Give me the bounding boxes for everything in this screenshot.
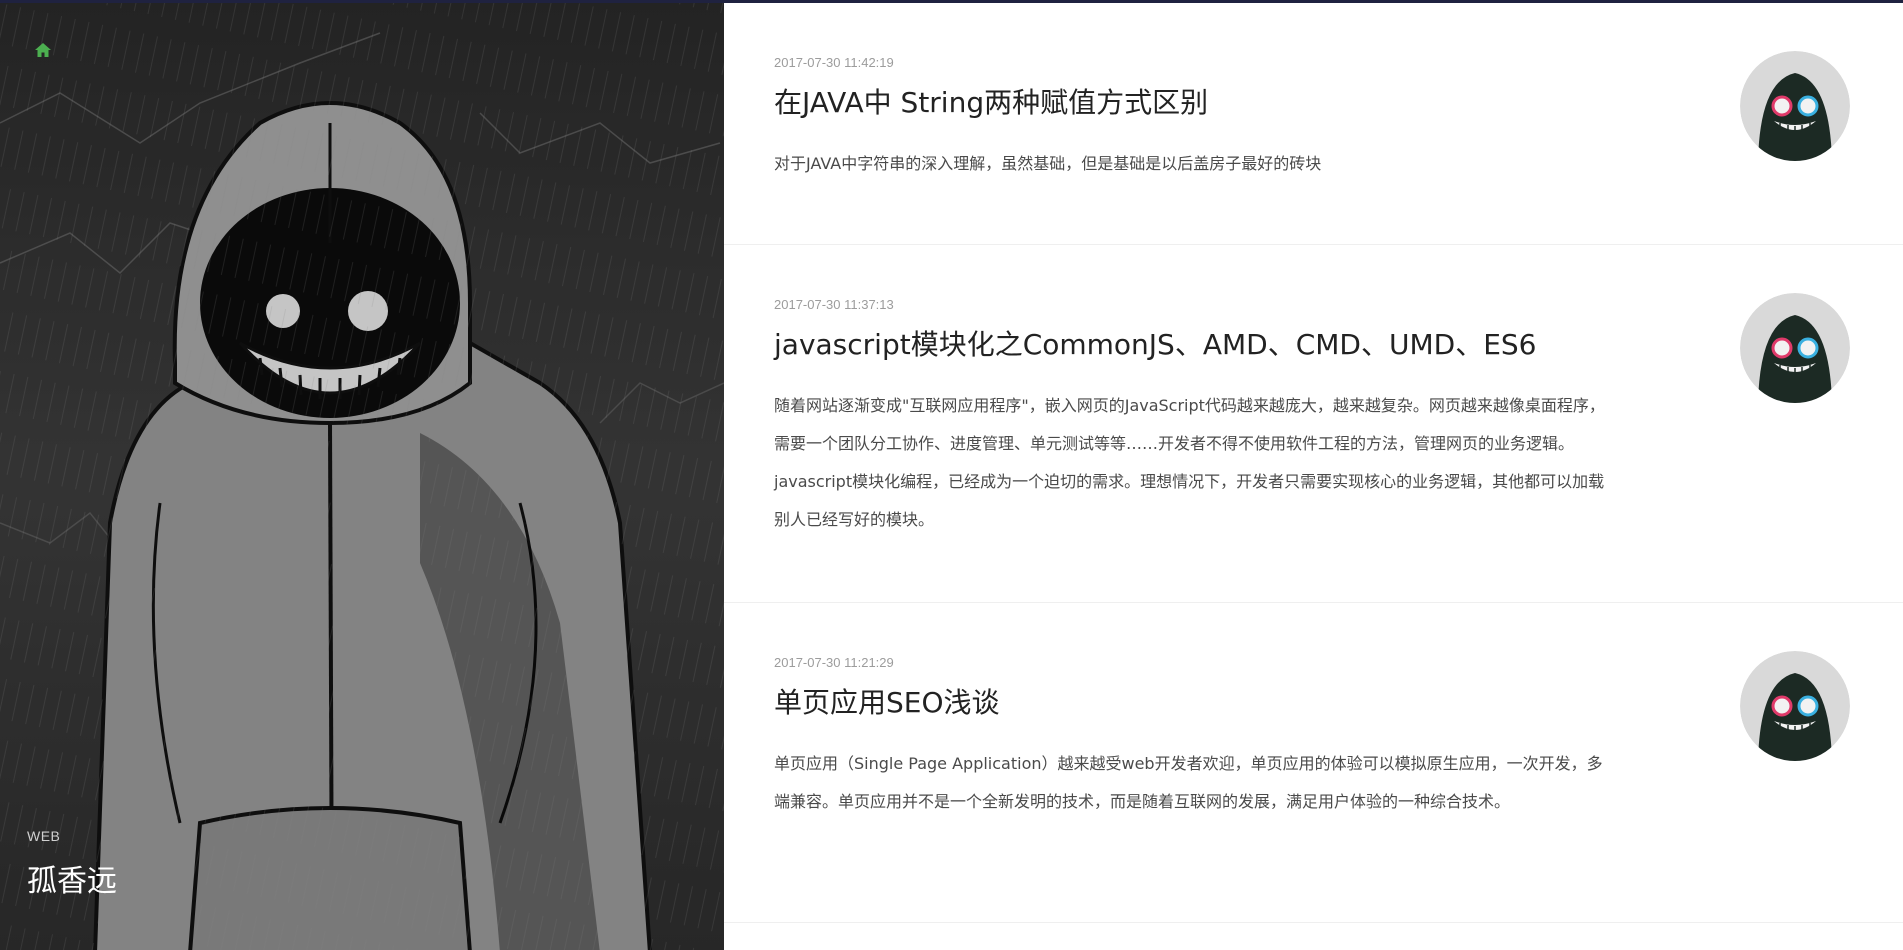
author-avatar[interactable] (1740, 293, 1850, 403)
post-excerpt: 对于JAVA中字符串的深入理解，虽然基础，但是基础是以后盖房子最好的砖块 (774, 154, 1322, 173)
home-icon[interactable] (34, 41, 52, 59)
post-card: 2017-07-30 11:21:29 单页应用SEO浅谈 单页应用（Singl… (724, 603, 1903, 923)
author-avatar[interactable] (1740, 51, 1850, 161)
post-card: 2017-07-30 11:37:13 javascript模块化之Common… (724, 245, 1903, 603)
hero-illustration (0, 3, 724, 950)
post-date: 2017-07-30 11:37:13 (774, 297, 894, 312)
hero-caption: WEB 孤香远 (27, 828, 117, 900)
post-title[interactable]: 在JAVA中 String两种赋值方式区别 (774, 81, 1208, 121)
smiley-glitch-avatar-icon (1740, 293, 1850, 403)
post-title[interactable]: javascript模块化之CommonJS、AMD、CMD、UMD、ES6 (774, 323, 1536, 363)
hero-panel: WEB 孤香远 (0, 3, 724, 950)
hero-subtitle: WEB (27, 828, 61, 844)
smiley-glitch-avatar-icon (1740, 51, 1850, 161)
post-date: 2017-07-30 11:42:19 (774, 55, 894, 70)
post-card: 2017-07-30 11:42:19 在JAVA中 String两种赋值方式区… (724, 3, 1903, 245)
post-list: 2017-07-30 11:42:19 在JAVA中 String两种赋值方式区… (724, 3, 1903, 950)
top-accent-line (0, 0, 1903, 3)
post-date: 2017-07-30 11:21:29 (774, 655, 894, 670)
site-title[interactable]: 孤香远 (27, 856, 117, 900)
post-title[interactable]: 单页应用SEO浅谈 (774, 681, 1000, 721)
post-excerpt: 单页应用（Single Page Application）越来越受web开发者欢… (774, 754, 1603, 811)
author-avatar[interactable] (1740, 651, 1850, 761)
post-excerpt: 随着网站逐渐变成"互联网应用程序"，嵌入网页的JavaScript代码越来越庞大… (774, 396, 1605, 529)
smiley-glitch-avatar-icon (1740, 651, 1850, 761)
